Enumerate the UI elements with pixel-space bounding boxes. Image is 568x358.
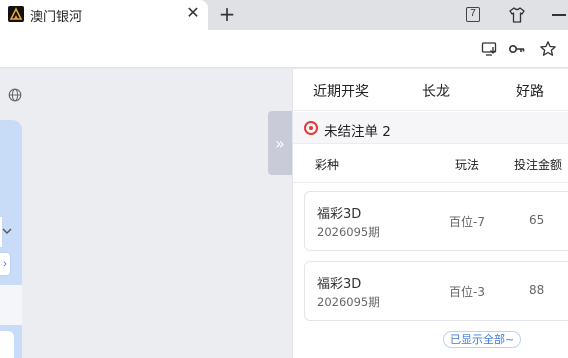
bookmark-star-icon[interactable] [539, 40, 557, 58]
bet-amount: 88 [529, 283, 545, 297]
install-app-icon[interactable] [481, 40, 499, 58]
tab-count-icon[interactable]: 7 [466, 7, 480, 22]
tab-recent-draws[interactable]: 近期开奖 [313, 81, 369, 101]
tab-close-icon[interactable]: ✕ [184, 4, 202, 22]
bet-play: 百位-7 [449, 215, 485, 229]
minimize-icon[interactable] [552, 14, 566, 16]
browser-toolbar [0, 30, 568, 68]
bet-lottery-name: 福彩3D [317, 277, 362, 292]
bet-row[interactable]: 福彩3D 2026095期 百位-7 65 [304, 191, 568, 251]
chevron-down-icon[interactable] [2, 224, 12, 238]
panel-block [0, 285, 22, 325]
panel-card [0, 331, 14, 358]
tab-good-road[interactable]: 好路 [516, 81, 544, 101]
collapse-panel-button[interactable]: » [268, 111, 292, 175]
show-all-indicator: 已显示全部~ [443, 331, 522, 348]
shirt-icon[interactable] [508, 6, 526, 24]
double-chevron-right-icon: » [275, 133, 285, 153]
column-play: 玩法 [455, 158, 480, 172]
unsettled-bets-title: 未结注单 2 [324, 124, 391, 140]
globe-icon[interactable] [8, 88, 22, 102]
site-favicon-icon [8, 6, 24, 22]
bets-panel: 近期开奖 长龙 好路 未结注单 2 彩种 玩法 投注金额 福彩3D 202609… [292, 69, 568, 358]
bet-row[interactable]: 福彩3D 2026095期 百位-3 88 [304, 261, 568, 321]
bet-lottery-name: 福彩3D [317, 207, 362, 222]
browser-tab-strip: 澳门银河 ✕ + 7 [0, 0, 568, 30]
key-icon[interactable] [508, 40, 526, 58]
record-icon [304, 121, 318, 135]
panel-tabs: 近期开奖 长龙 好路 [293, 69, 568, 111]
unsettled-bets-header: 未结注单 2 [293, 112, 568, 144]
bet-issue: 2026095期 [317, 225, 380, 239]
column-amount: 投注金额 [514, 158, 563, 172]
table-header: 彩种 玩法 投注金额 [293, 145, 568, 183]
new-tab-icon[interactable]: + [216, 3, 238, 25]
page-content: › » 近期开奖 长龙 好路 未结注单 2 彩种 玩法 投注金额 福彩3D 20… [0, 69, 568, 358]
bet-issue: 2026095期 [317, 295, 380, 309]
tab-title: 澳门银河 [30, 10, 83, 25]
bet-amount: 65 [529, 213, 545, 227]
panel-divider [0, 217, 2, 247]
column-type: 彩种 [315, 158, 340, 172]
chevron-right-icon[interactable]: › [0, 252, 11, 276]
browser-tab[interactable]: 澳门银河 ✕ [0, 0, 208, 30]
bet-play: 百位-3 [449, 285, 485, 299]
main-area: › » [0, 69, 292, 358]
tab-long-dragon[interactable]: 长龙 [422, 81, 450, 101]
